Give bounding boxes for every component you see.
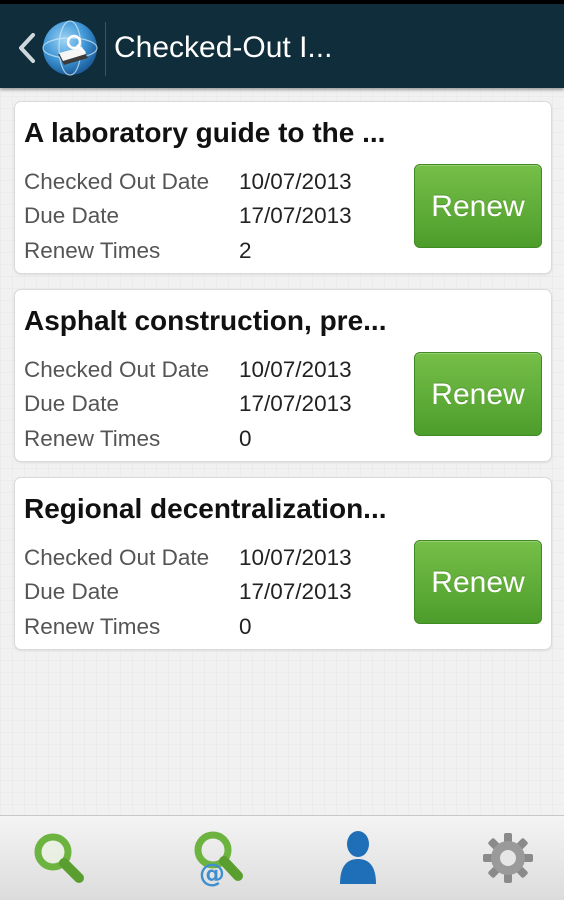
due-date-label: Due Date: [24, 579, 120, 604]
checked-out-date-label: Checked Out Date: [24, 545, 210, 570]
due-date-label: Due Date: [24, 203, 120, 228]
renew-times-value: 0: [239, 614, 252, 639]
settings-gear-icon: [483, 833, 533, 883]
checked-out-item-card: A laboratory guide to the ... Checked Ou…: [14, 101, 552, 274]
tab-email-search[interactable]: @: [141, 816, 282, 900]
bottom-navigation: @: [0, 815, 564, 900]
checked-out-item-card: Asphalt construction, pre... Checked Out…: [14, 289, 552, 462]
due-date-label: Due Date: [24, 391, 120, 416]
tab-search[interactable]: [0, 816, 141, 900]
renew-button[interactable]: Renew: [414, 352, 542, 436]
checked-out-date-label: Checked Out Date: [24, 169, 210, 194]
account-icon: [340, 831, 376, 884]
action-bar: Checked-Out I...: [0, 4, 564, 88]
renew-times-label: Renew Times: [24, 426, 161, 451]
item-title[interactable]: Asphalt construction, pre...: [24, 304, 416, 338]
renew-times-label: Renew Times: [24, 238, 161, 263]
renew-button[interactable]: Renew: [414, 540, 542, 624]
renew-times-label: Renew Times: [24, 614, 161, 639]
renew-times-value: 2: [239, 238, 252, 263]
renew-times-value: 0: [239, 426, 252, 451]
due-date-value: 17/07/2013: [239, 579, 352, 604]
email-search-icon: @: [194, 831, 243, 889]
due-date-value: 17/07/2013: [239, 391, 352, 416]
checked-out-item-card: Regional decentralization... Checked Out…: [14, 477, 552, 650]
renew-button[interactable]: Renew: [414, 164, 542, 248]
tab-account[interactable]: [282, 816, 423, 900]
library-globe-book-icon[interactable]: [38, 18, 102, 82]
checked-out-date-label: Checked Out Date: [24, 357, 210, 382]
checked-out-date-value: 10/07/2013: [239, 169, 352, 194]
checked-out-date-value: 10/07/2013: [239, 357, 352, 382]
action-bar-divider: [105, 22, 106, 76]
page-title: Checked-Out I...: [114, 31, 333, 64]
due-date-value: 17/07/2013: [239, 203, 352, 228]
search-icon: [34, 833, 84, 883]
tab-settings[interactable]: [423, 816, 564, 900]
chevron-left-icon[interactable]: [16, 32, 38, 64]
item-title[interactable]: Regional decentralization...: [24, 492, 416, 526]
checked-out-date-value: 10/07/2013: [239, 545, 352, 570]
item-title[interactable]: A laboratory guide to the ...: [24, 116, 416, 150]
svg-text:@: @: [199, 859, 225, 889]
